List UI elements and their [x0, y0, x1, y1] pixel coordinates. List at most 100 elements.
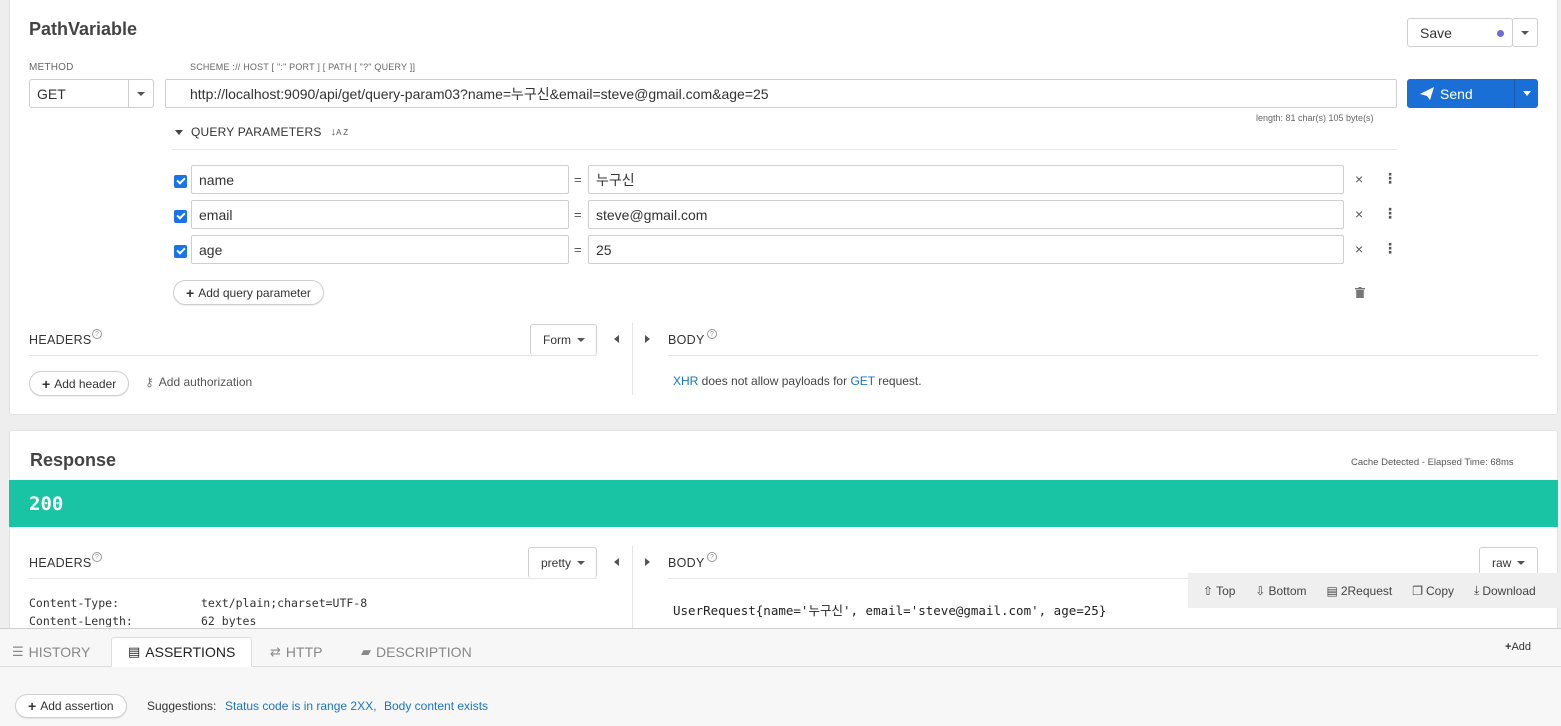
- response-header-row: Content-Length: 62 bytes: [29, 614, 619, 627]
- list-icon: ☰: [12, 644, 24, 659]
- response-headers-list: Content-Type: text/plain;charset=UTF-8 C…: [29, 596, 619, 627]
- param-enabled-checkbox[interactable]: [174, 245, 187, 258]
- param-value-input[interactable]: 누구신: [588, 165, 1344, 194]
- method-value: GET: [37, 85, 66, 102]
- equals-sign: =: [574, 172, 582, 187]
- param-enabled-checkbox[interactable]: [174, 175, 187, 188]
- save-button[interactable]: Save: [1407, 18, 1513, 47]
- save-menu-button[interactable]: [1512, 18, 1538, 47]
- response-title: Response: [30, 450, 117, 470]
- remove-param-icon[interactable]: ×: [1355, 171, 1363, 187]
- cache-info: Cache Detected - Elapsed Time: 68ms: [1351, 457, 1514, 468]
- response-headers-divider: [29, 578, 597, 579]
- headers-form-select[interactable]: Form: [530, 324, 597, 355]
- help-icon[interactable]: ?: [92, 329, 102, 339]
- response-pane-splitter[interactable]: [632, 546, 633, 628]
- download-button[interactable]: ⤓ Download: [1474, 583, 1536, 598]
- send-icon: [1420, 87, 1434, 100]
- body-note-end: request.: [874, 374, 922, 388]
- chevron-down-icon: [577, 338, 585, 342]
- param-value: 25: [596, 241, 612, 258]
- response-body-toolbar: ⇧ Top ⇩ Bottom ▤ 2Request ❐ Copy ⤓ Download: [1188, 573, 1560, 608]
- request-headers-divider: [29, 355, 597, 356]
- param-name: name: [199, 171, 235, 188]
- method-label: METHOD: [29, 62, 74, 73]
- body-note-text: does not allow payloads for: [698, 374, 851, 388]
- help-icon[interactable]: ?: [707, 552, 717, 562]
- key-icon: ⚷: [145, 375, 154, 389]
- param-name-input[interactable]: name: [191, 165, 569, 194]
- param-more-icon[interactable]: ⋮: [1383, 240, 1397, 257]
- equals-sign: =: [574, 207, 582, 222]
- tab-assertions-label: ASSERTIONS: [145, 644, 236, 660]
- request-title: PathVariable: [29, 19, 138, 39]
- url-input[interactable]: http://localhost:9090/api/get/query-para…: [165, 79, 1397, 108]
- method-select[interactable]: GET: [29, 79, 154, 108]
- scroll-bottom-button[interactable]: ⇩ Bottom: [1255, 584, 1306, 598]
- chevron-down-icon: [1521, 30, 1529, 35]
- param-more-icon[interactable]: ⋮: [1383, 170, 1397, 187]
- tab-assertions[interactable]: ▤ ASSERTIONS: [111, 637, 252, 667]
- tab-http[interactable]: ⇄ HTTP: [270, 637, 322, 667]
- save-label: Save: [1420, 24, 1452, 41]
- suggestion-status-code[interactable]: Status code is in range 2XX,: [225, 699, 376, 713]
- add-assertion-button[interactable]: + Add assertion: [15, 694, 127, 718]
- add-authorization-link[interactable]: ⚷ Add authorization: [145, 375, 252, 389]
- param-enabled-checkbox[interactable]: [174, 210, 187, 223]
- param-name: age: [199, 241, 223, 258]
- param-value-input[interactable]: steve@gmail.com: [588, 200, 1344, 229]
- tab-http-label: HTTP: [285, 644, 323, 660]
- pretty-label: pretty: [541, 556, 572, 570]
- query-params-toggle[interactable]: QUERY PARAMETERS ↓A Z: [175, 125, 348, 139]
- help-icon[interactable]: ?: [92, 552, 102, 562]
- to-request-button[interactable]: ▤ 2Request: [1327, 584, 1393, 598]
- request-pane-splitter[interactable]: [632, 323, 633, 395]
- xhr-link[interactable]: XHR: [673, 374, 698, 388]
- caret-down-icon: [175, 129, 183, 135]
- url-length-info: length: 81 char(s) 105 byte(s): [1256, 113, 1374, 123]
- scroll-top-button[interactable]: ⇧ Top: [1203, 584, 1235, 598]
- sort-icon[interactable]: ↓A Z: [331, 126, 349, 138]
- book-icon: ▰: [361, 644, 371, 659]
- url-value: http://localhost:9090/api/get/query-para…: [190, 85, 769, 102]
- add-label: Add: [1511, 641, 1532, 653]
- param-name: email: [199, 206, 233, 223]
- tab-history-label: HISTORY: [28, 644, 91, 660]
- tab-description[interactable]: ▰ DESCRIPTION: [361, 637, 472, 667]
- chevron-down-icon: [1522, 91, 1531, 96]
- request-headers-label: HEADERS: [29, 333, 92, 347]
- get-link[interactable]: GET: [850, 374, 874, 388]
- pretty-select[interactable]: pretty: [528, 547, 597, 578]
- trash-icon[interactable]: [1355, 285, 1365, 301]
- add-assertion-label: Add assertion: [40, 699, 114, 713]
- add-header-button[interactable]: + Add header: [29, 371, 130, 396]
- add-assertion-top-button[interactable]: +Add: [1505, 641, 1531, 653]
- remove-param-icon[interactable]: ×: [1355, 206, 1363, 222]
- to-request-label: 2Request: [1340, 583, 1393, 598]
- collapse-left-icon[interactable]: [614, 335, 619, 343]
- add-header-label: Add header: [54, 376, 117, 391]
- param-name-input[interactable]: email: [191, 200, 569, 229]
- collapse-right-icon[interactable]: [645, 335, 650, 343]
- status-bar: 200: [9, 480, 1558, 527]
- request-body-divider: [668, 355, 1538, 356]
- download-icon: ⤓: [1474, 583, 1480, 597]
- param-value-input[interactable]: 25: [588, 235, 1344, 264]
- copy-button[interactable]: ❐ Copy: [1412, 584, 1454, 598]
- arrow-up-circle-icon: ⇧: [1203, 583, 1214, 598]
- send-button[interactable]: Send: [1407, 79, 1514, 108]
- remove-param-icon[interactable]: ×: [1355, 241, 1363, 257]
- param-value: steve@gmail.com: [596, 206, 708, 223]
- add-query-parameter-button[interactable]: + Add query parameter: [173, 280, 324, 305]
- param-name-input[interactable]: age: [191, 235, 569, 264]
- plus-icon: +: [42, 375, 51, 392]
- tab-history[interactable]: ☰ HISTORY: [12, 637, 90, 667]
- chevron-down-icon: [577, 561, 586, 565]
- tab-description-label: DESCRIPTION: [376, 644, 472, 660]
- send-menu-button[interactable]: [1514, 79, 1538, 108]
- param-more-icon[interactable]: ⋮: [1383, 205, 1397, 222]
- collapse-right-icon[interactable]: [645, 558, 650, 566]
- collapse-left-icon[interactable]: [614, 558, 619, 566]
- help-icon[interactable]: ?: [707, 329, 717, 339]
- suggestion-body-exists[interactable]: Body content exists: [384, 699, 488, 713]
